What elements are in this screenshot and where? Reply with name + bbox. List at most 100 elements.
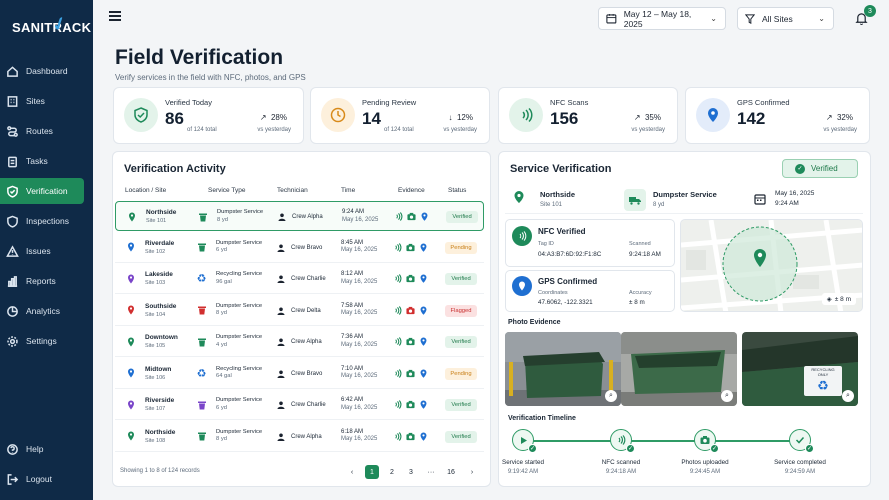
table-row[interactable]: Midtown Site 106 ♻ Recycling Service 64 gal C…	[115, 359, 484, 389]
sidebar-item-dashboard[interactable]: Dashboard	[0, 58, 84, 84]
table-row[interactable]: Northside Site 101 Dumpster Service 8 yd Cre…	[115, 201, 484, 231]
photo-thumbnail-2[interactable]: ⌕	[621, 332, 737, 406]
sidebar-item-label: Issues	[26, 246, 51, 256]
zoom-icon[interactable]: ⌕	[721, 390, 733, 402]
table-row[interactable]: Northside Site 108 Dumpster Service 8 yd Cre…	[115, 422, 484, 452]
accuracy-value: ± 8 m	[629, 299, 645, 306]
service-date: May 16, 2025	[341, 341, 378, 348]
sidebar-item-help[interactable]: Help	[0, 436, 84, 462]
service-cell: Dumpster Service 6 yd	[216, 397, 262, 412]
camera-icon	[406, 306, 415, 314]
site-filter[interactable]: All Sites ⌄	[737, 7, 834, 30]
stat-card-pending-review[interactable]: Pending Review 14 of 124 total ↓ 12% vs yest…	[310, 87, 490, 144]
map-pin-icon	[752, 248, 768, 273]
sidebar-item-issues[interactable]: Issues	[0, 238, 84, 264]
page-ellipsis: ···	[427, 468, 435, 476]
nfc-icon	[509, 98, 543, 132]
service-time: 8:12 AM	[341, 271, 364, 277]
page-button-16[interactable]: 16	[444, 465, 458, 479]
verified-status-button[interactable]: ✓ Verified	[782, 159, 858, 178]
status-badge: Flagged	[445, 304, 477, 317]
column-header: Time	[341, 187, 356, 194]
location-pin-icon	[125, 336, 136, 347]
gps-map[interactable]: ◈ ± 8 m	[680, 219, 863, 312]
gps-pin-icon	[420, 305, 427, 315]
technician-cell: Crew Delta	[277, 307, 321, 315]
next-page-button[interactable]: ›	[465, 465, 479, 479]
location-cell: Midtown Site 106	[145, 366, 171, 381]
evidence-cell	[393, 337, 428, 346]
sidebar-item-analytics[interactable]: Analytics	[0, 298, 84, 324]
stat-sub: of 124 total	[187, 127, 217, 133]
stat-card-gps-confirmed[interactable]: GPS Confirmed 142 ↗ 32% vs yesterday	[685, 87, 870, 144]
sidebar-item-label: Help	[26, 444, 44, 454]
page-button-1[interactable]: 1	[365, 465, 379, 479]
service-size: 64 gal	[216, 373, 232, 380]
sidebar-item-label: Settings	[26, 336, 57, 346]
app-logo[interactable]: SANITRACK ✓	[12, 12, 91, 36]
service-date: May 16, 2025	[342, 216, 379, 223]
service-cell: Dumpster Service 4 yd	[216, 334, 262, 349]
sidebar-item-sites[interactable]: Sites	[0, 88, 84, 114]
service-time: 9:24 AM	[342, 209, 365, 215]
trend-value: 28%	[270, 113, 287, 122]
service-size: 6 yd	[216, 404, 227, 411]
panel-title: Service Verification	[510, 163, 612, 175]
clock-icon	[321, 98, 355, 132]
map-accuracy-value: ± 8 m	[834, 295, 851, 303]
trend-value: 35%	[644, 113, 661, 122]
table-row[interactable]: Riverside Site 107 Dumpster Service 6 yd Cre…	[115, 390, 484, 420]
service-icon	[195, 335, 208, 348]
menu-icon[interactable]	[109, 11, 121, 21]
tag-id-label: Tag ID	[538, 241, 554, 247]
page-button-3[interactable]: 3	[404, 465, 418, 479]
sidebar-item-reports[interactable]: Reports	[0, 268, 84, 294]
table-row[interactable]: Lakeside Site 103 ♻ Recycling Service 96 gal…	[115, 264, 484, 294]
stat-label: Verified Today	[165, 98, 212, 107]
photo-thumbnail-3[interactable]: RECYCLING ONLY ♻ ⌕	[742, 332, 858, 406]
trash-bin-icon	[197, 338, 206, 346]
service-size: 8 yd	[653, 202, 665, 208]
notifications-button[interactable]: 3	[850, 5, 876, 30]
target-icon: ◈	[826, 296, 832, 303]
scanned-label: Scanned	[629, 241, 651, 247]
technician-cell: Crew Charlie	[277, 275, 326, 283]
sidebar-item-settings[interactable]: Settings	[0, 328, 84, 354]
sidebar-item-label: Analytics	[26, 306, 61, 316]
route-icon	[5, 124, 19, 138]
location-name: Lakeside	[145, 271, 173, 278]
recycling-bin-photo	[742, 332, 858, 406]
zoom-icon[interactable]: ⌕	[842, 390, 854, 402]
stat-card-verified-today[interactable]: Verified Today 86 of 124 total ↗ 28% vs yest…	[113, 87, 304, 144]
prev-page-button[interactable]: ‹	[345, 465, 359, 479]
sidebar-item-logout[interactable]: Logout	[0, 466, 84, 492]
sidebar-item-verification[interactable]: Verification	[0, 178, 84, 204]
timeline-label: Service completed	[774, 459, 826, 466]
service-type-label: Dumpster Service	[653, 190, 717, 199]
time-cell: 7:36 AM May 16, 2025	[341, 334, 377, 350]
technician-name: Crew Alpha	[292, 214, 323, 220]
trend-arrow-icon: ↓	[448, 113, 453, 122]
notification-badge: 3	[864, 5, 876, 17]
status-badge: Verified	[445, 273, 477, 285]
date-range-picker[interactable]: May 12 – May 18, 2025 ⌄	[598, 7, 726, 30]
sidebar-item-tasks[interactable]: Tasks	[0, 148, 84, 174]
stat-card-nfc-scans[interactable]: NFC Scans 156 ↗ 35% vs yesterday	[498, 87, 678, 144]
page-title: Field Verification	[115, 46, 284, 69]
table-row[interactable]: Southside Site 104 Dumpster Service 8 yd Cre…	[115, 296, 484, 326]
service-cell: Recycling Service 96 gal	[216, 271, 262, 286]
gps-title: GPS Confirmed	[538, 277, 598, 286]
service-date: May 16, 2025	[341, 310, 378, 317]
location-name: Riverdale	[145, 239, 175, 247]
nfc-title: NFC Verified	[538, 227, 586, 236]
photo-thumbnail-1[interactable]: ⌕	[505, 332, 621, 406]
zoom-icon[interactable]: ⌕	[605, 390, 617, 402]
nfc-icon	[395, 368, 402, 378]
sidebar-item-routes[interactable]: Routes	[0, 118, 84, 144]
nfc-icon	[512, 226, 532, 246]
sidebar-item-inspections[interactable]: Inspections	[0, 208, 84, 234]
table-row[interactable]: Downtown Site 105 Dumpster Service 4 yd Crew…	[115, 327, 484, 357]
page-button-2[interactable]: 2	[385, 465, 399, 479]
table-row[interactable]: Riverdale Site 102 Dumpster Service 6 yd Cre…	[115, 233, 484, 263]
service-type: Recycling Service	[216, 365, 263, 372]
